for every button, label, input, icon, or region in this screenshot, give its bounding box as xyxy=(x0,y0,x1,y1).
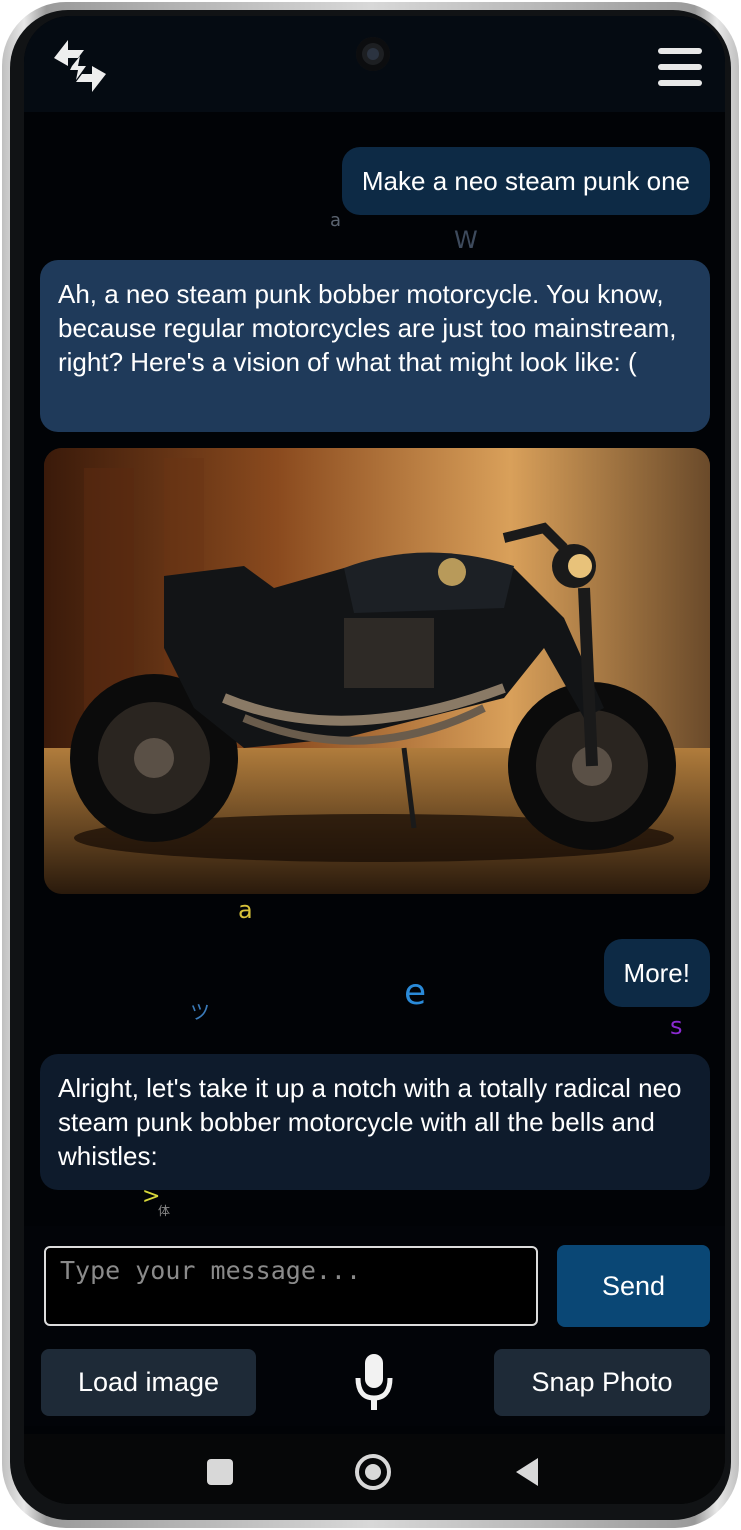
microphone-icon[interactable] xyxy=(354,1354,394,1410)
motorcycle-illustration xyxy=(44,448,710,894)
circle-home-icon[interactable] xyxy=(355,1454,391,1490)
snap-photo-button[interactable]: Snap Photo xyxy=(494,1349,710,1416)
floating-char: ツ xyxy=(190,1000,210,1024)
load-image-button[interactable]: Load image xyxy=(41,1349,256,1416)
triangle-back-icon[interactable] xyxy=(514,1456,540,1488)
floating-char: a xyxy=(330,210,342,231)
message-input[interactable] xyxy=(44,1246,538,1326)
phone-frame: Make a neo steam punk one a W Ah, a neo … xyxy=(2,2,739,1528)
user-message: Make a neo steam punk one xyxy=(341,147,710,215)
assistant-message: Ah, a neo steam punk bobber motorcycle. … xyxy=(40,260,710,432)
generated-motorcycle-image[interactable] xyxy=(44,448,710,894)
floating-char: 体 xyxy=(158,1204,171,1218)
lightning-swap-icon[interactable] xyxy=(50,36,110,96)
square-recents-icon[interactable] xyxy=(207,1459,233,1485)
hamburger-menu-icon[interactable] xyxy=(658,48,702,86)
floating-char: a xyxy=(238,896,253,924)
floating-char: s xyxy=(670,1012,683,1040)
assistant-message: Alright, let's take it up a notch with a… xyxy=(40,1054,710,1190)
floating-char: W xyxy=(454,226,478,254)
app-screen: Make a neo steam punk one a W Ah, a neo … xyxy=(24,16,725,1504)
user-message: More! xyxy=(603,939,710,1007)
floating-char: e xyxy=(404,972,427,1013)
send-button[interactable]: Send xyxy=(557,1245,710,1327)
front-camera xyxy=(356,37,390,71)
